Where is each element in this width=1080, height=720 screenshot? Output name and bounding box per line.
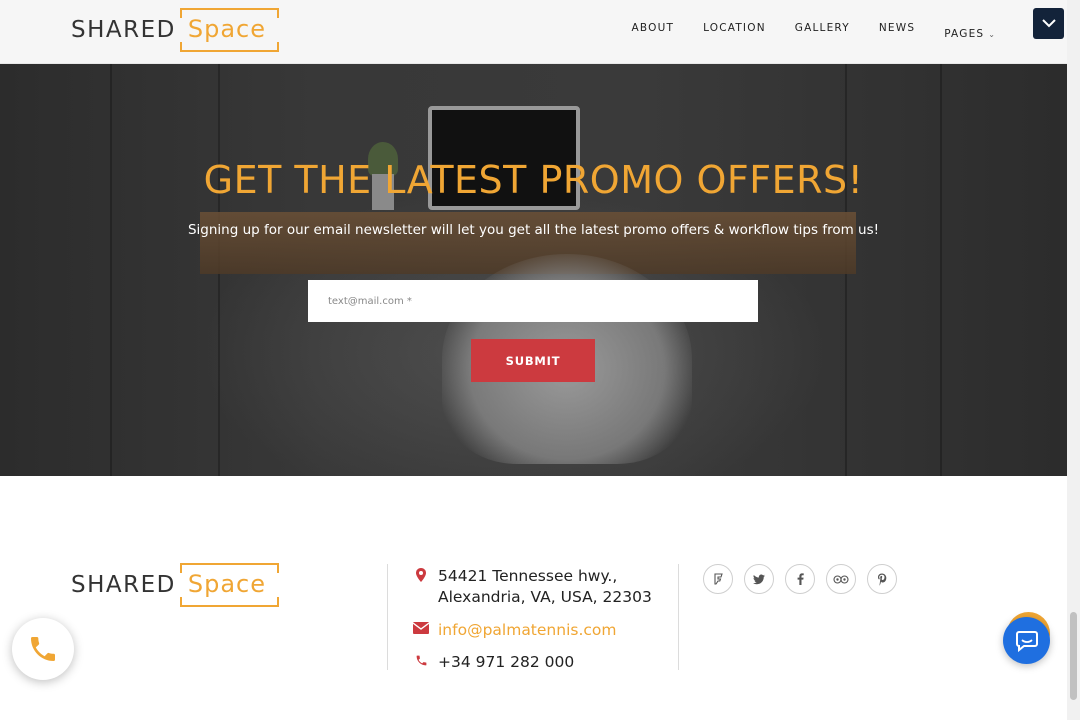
- submit-button[interactable]: SUBMIT: [471, 339, 595, 382]
- logo-word-space: Space: [179, 563, 280, 607]
- footer-divider: [678, 564, 679, 670]
- social-links: [703, 564, 897, 594]
- contact-info: 54421 Tennessee hwy., Alexandria, VA, US…: [404, 566, 652, 673]
- newsletter-title: GET THE LATEST PROMO OFFERS!: [203, 158, 864, 202]
- address-text: 54421 Tennessee hwy., Alexandria, VA, US…: [438, 566, 652, 608]
- foursquare-icon: [714, 573, 723, 585]
- newsletter-subtitle: Signing up for our email newsletter will…: [187, 222, 880, 238]
- pinterest-link[interactable]: [867, 564, 897, 594]
- site-footer: SHARED Space 54421 Tennessee hwy., Alexa…: [0, 476, 1067, 720]
- tripadvisor-link[interactable]: [826, 564, 856, 594]
- nav-news[interactable]: NEWS: [879, 22, 915, 41]
- nav-pages[interactable]: PAGES: [944, 28, 984, 40]
- facebook-icon: [797, 573, 804, 585]
- site-header: SHARED Space ABOUT LOCATION GALLERY NEWS…: [0, 0, 1067, 64]
- map-pin-icon: [404, 566, 438, 582]
- live-chat-button[interactable]: [1003, 617, 1050, 664]
- phone-icon: [404, 652, 438, 667]
- chevron-down-icon: ⌄: [988, 30, 995, 39]
- address-line-1: 54421 Tennessee hwy.,: [438, 567, 618, 585]
- footer-logo[interactable]: SHARED Space: [71, 563, 280, 607]
- nav-pages-item[interactable]: PAGES ⌄: [944, 22, 995, 41]
- facebook-link[interactable]: [785, 564, 815, 594]
- email-input[interactable]: [308, 280, 758, 322]
- address-row: 54421 Tennessee hwy., Alexandria, VA, US…: [404, 566, 652, 608]
- phone-row: +34 971 282 000: [404, 652, 652, 673]
- tripadvisor-icon: [833, 575, 849, 584]
- envelope-icon: [404, 620, 438, 634]
- logo-word-shared: SHARED: [71, 17, 176, 43]
- menu-toggle-button[interactable]: [1033, 8, 1064, 39]
- twitter-link[interactable]: [744, 564, 774, 594]
- site-logo[interactable]: SHARED Space: [71, 8, 280, 52]
- nav-location[interactable]: LOCATION: [703, 22, 766, 41]
- nav-gallery[interactable]: GALLERY: [795, 22, 850, 41]
- main-nav: ABOUT LOCATION GALLERY NEWS PAGES ⌄: [632, 22, 996, 41]
- twitter-icon: [753, 574, 765, 584]
- call-button[interactable]: [12, 618, 74, 680]
- footer-divider: [387, 564, 388, 670]
- chat-bubble-icon: [1015, 630, 1038, 652]
- email-row: info@palmatennis.com: [404, 620, 652, 641]
- logo-word-shared: SHARED: [71, 572, 176, 598]
- chevron-down-icon: [1041, 19, 1056, 28]
- email-link[interactable]: info@palmatennis.com: [438, 620, 617, 641]
- newsletter-hero: GET THE LATEST PROMO OFFERS! Signing up …: [0, 64, 1067, 476]
- phone-icon: [31, 637, 55, 661]
- address-line-2: Alexandria, VA, USA, 22303: [438, 588, 652, 606]
- page-scrollbar[interactable]: [1067, 0, 1080, 720]
- phone-link[interactable]: +34 971 282 000: [438, 652, 574, 673]
- scrollbar-thumb[interactable]: [1070, 612, 1077, 700]
- pinterest-icon: [878, 573, 887, 586]
- wall-panel-line: [110, 64, 112, 476]
- wall-panel-line: [940, 64, 942, 476]
- nav-about[interactable]: ABOUT: [632, 22, 675, 41]
- foursquare-link[interactable]: [703, 564, 733, 594]
- logo-word-space: Space: [179, 8, 280, 52]
